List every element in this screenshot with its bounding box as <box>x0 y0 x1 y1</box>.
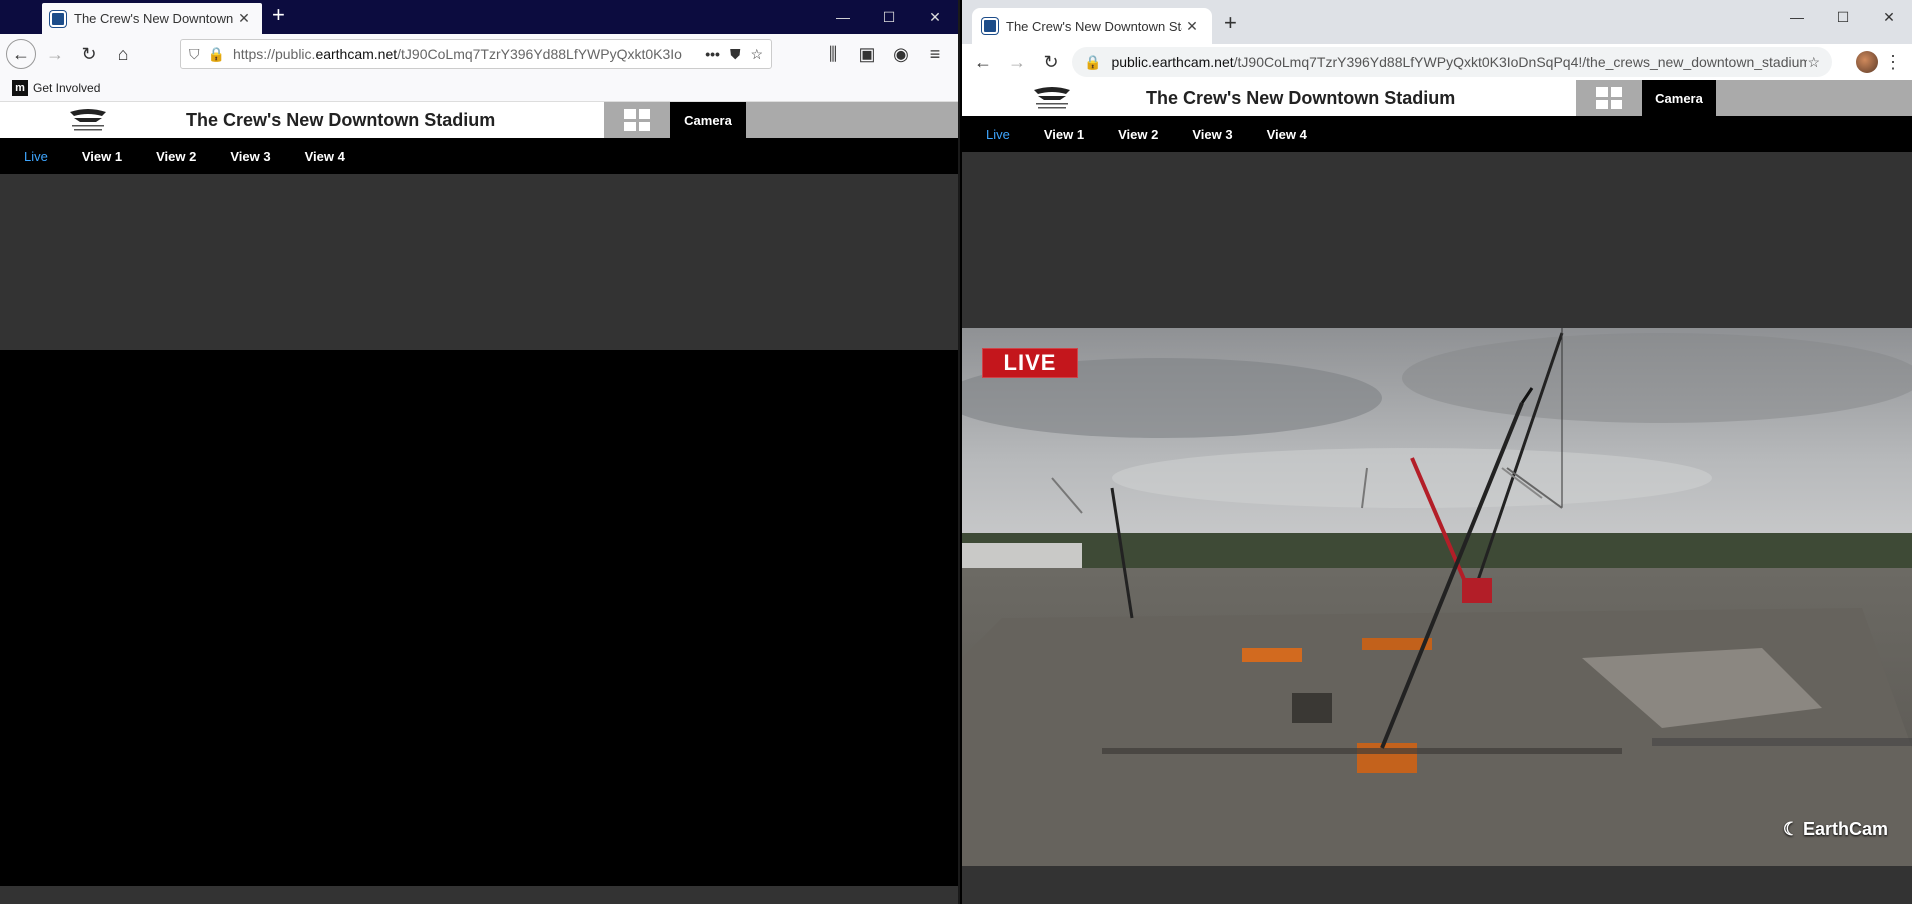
window-controls: — ☐ ✕ <box>1774 0 1912 34</box>
bookmark-favicon-icon: m <box>12 79 28 96</box>
firefox-window: The Crew's New Downtown Sta ✕ + — ☐ ✕ ← … <box>0 0 960 904</box>
earthcam-logo-icon: ☾ <box>1782 819 1799 839</box>
earthcam-favicon-icon <box>50 10 66 27</box>
bookmark-star-icon[interactable]: ☆ <box>1807 54 1820 71</box>
kebab-menu-icon[interactable]: ⋮ <box>1884 52 1902 73</box>
close-window-icon[interactable]: ✕ <box>912 0 958 34</box>
tab-strip: The Crew's New Downtown Sta ✕ + — ☐ ✕ <box>0 0 958 34</box>
address-bar[interactable]: 🔒 public.earthcam.net/tJ90CoLmq7TzrY396Y… <box>1072 47 1832 77</box>
earthcam-watermark-text: EarthCam <box>1802 819 1888 839</box>
close-tab-icon[interactable]: ✕ <box>234 10 254 27</box>
nav-view-4[interactable]: View 4 <box>1267 127 1307 142</box>
content-band <box>0 174 958 350</box>
navigation-toolbar: ← → ↻ ⌂ ⛉ 🔒 https://public.earthcam.net/… <box>0 34 958 74</box>
stadium-logo-icon[interactable] <box>1030 84 1074 112</box>
back-icon[interactable]: ← <box>968 47 998 77</box>
lock-icon[interactable]: 🔒 <box>1084 54 1101 71</box>
sidebar-icon[interactable]: ▣ <box>852 39 882 69</box>
reload-icon[interactable]: ↻ <box>1036 47 1066 77</box>
nav-view-1[interactable]: View 1 <box>1044 127 1084 142</box>
view-nav: Live View 1 View 2 View 3 View 4 <box>962 116 1912 152</box>
new-tab-icon[interactable]: + <box>1224 10 1237 36</box>
library-icon[interactable]: ⫼ <box>818 39 848 69</box>
nav-view-3[interactable]: View 3 <box>1192 127 1232 142</box>
grid-view-button[interactable] <box>1576 80 1642 116</box>
bookmarks-bar: m Get Involved <box>0 74 958 102</box>
toolbar-right: ⫼ ▣ ◉ ≡ <box>818 39 950 69</box>
live-badge: LIVE <box>982 348 1078 378</box>
new-tab-icon[interactable]: + <box>272 2 285 28</box>
lock-icon[interactable]: 🔒 <box>208 46 225 63</box>
close-tab-icon[interactable]: ✕ <box>1182 18 1202 35</box>
nav-view-1[interactable]: View 1 <box>82 149 122 164</box>
header-filler <box>1716 80 1912 116</box>
grid-icon <box>1596 87 1622 109</box>
earthcam-watermark: ☾ EarthCam <box>1783 819 1888 840</box>
browser-tab[interactable]: The Crew's New Downtown Sta ✕ <box>42 3 262 34</box>
bookmark-get-involved[interactable]: Get Involved <box>33 81 100 95</box>
earthcam-favicon-icon <box>982 18 998 34</box>
reload-icon[interactable]: ↻ <box>74 39 104 69</box>
account-icon[interactable]: ◉ <box>886 39 916 69</box>
maximize-icon[interactable]: ☐ <box>1820 0 1866 34</box>
camera-button[interactable]: Camera <box>1642 80 1716 116</box>
forward-icon[interactable]: → <box>40 39 70 69</box>
nav-live[interactable]: Live <box>986 127 1010 142</box>
address-bar[interactable]: ⛉ 🔒 https://public.earthcam.net/tJ90CoLm… <box>180 39 772 69</box>
browser-tab[interactable]: The Crew's New Downtown Stad ✕ <box>972 8 1212 44</box>
nav-view-2[interactable]: View 2 <box>1118 127 1158 142</box>
nav-live[interactable]: Live <box>24 149 48 164</box>
window-controls: — ☐ ✕ <box>820 0 958 34</box>
grid-icon <box>624 109 650 131</box>
content-band <box>962 152 1912 328</box>
minimize-icon[interactable]: — <box>1774 0 1820 34</box>
page-header: The Crew's New Downtown Stadium Camera <box>0 102 958 138</box>
nav-view-3[interactable]: View 3 <box>230 149 270 164</box>
camera-button[interactable]: Camera <box>670 102 746 138</box>
tab-strip: The Crew's New Downtown Stad ✕ + — ☐ ✕ <box>962 0 1912 44</box>
tab-title: The Crew's New Downtown Stad <box>1006 18 1182 34</box>
home-icon[interactable]: ⌂ <box>108 39 138 69</box>
footer-band <box>962 866 1912 904</box>
page-header: The Crew's New Downtown Stadium Camera <box>962 80 1912 116</box>
url-text: public.earthcam.net/tJ90CoLmq7TzrY396Yd8… <box>1111 54 1808 70</box>
minimize-icon[interactable]: — <box>820 0 866 34</box>
video-player-loading[interactable] <box>0 350 958 886</box>
url-text: https://public.earthcam.net/tJ90CoLmq7Tz… <box>232 46 682 62</box>
grid-view-button[interactable] <box>604 102 670 138</box>
stadium-logo-icon[interactable] <box>66 106 110 134</box>
page-title: The Crew's New Downtown Stadium <box>1146 88 1456 108</box>
page-title: The Crew's New Downtown Stadium <box>186 110 496 130</box>
bookmark-star-icon[interactable]: ☆ <box>750 46 763 63</box>
live-camera-video[interactable]: LIVE ☾ EarthCam <box>962 328 1912 866</box>
maximize-icon[interactable]: ☐ <box>866 0 912 34</box>
pocket-icon[interactable]: ⛊ <box>730 46 741 63</box>
header-filler <box>746 102 958 138</box>
nav-view-2[interactable]: View 2 <box>156 149 196 164</box>
navigation-toolbar: ← → ↻ 🔒 public.earthcam.net/tJ90CoLmq7Tz… <box>962 44 1912 80</box>
nav-view-4[interactable]: View 4 <box>305 149 345 164</box>
forward-icon[interactable]: → <box>1002 47 1032 77</box>
chrome-window: The Crew's New Downtown Stad ✕ + — ☐ ✕ ←… <box>962 0 1912 904</box>
profile-avatar[interactable] <box>1856 51 1878 73</box>
tab-title: The Crew's New Downtown Sta <box>74 11 234 26</box>
view-nav: Live View 1 View 2 View 3 View 4 <box>0 138 958 174</box>
construction-site-image <box>962 328 1912 866</box>
menu-icon[interactable]: ≡ <box>920 39 950 69</box>
shield-icon[interactable]: ⛉ <box>189 46 200 63</box>
back-icon[interactable]: ← <box>6 39 36 69</box>
close-window-icon[interactable]: ✕ <box>1866 0 1912 34</box>
page-actions-icon[interactable]: ••• <box>705 46 720 62</box>
